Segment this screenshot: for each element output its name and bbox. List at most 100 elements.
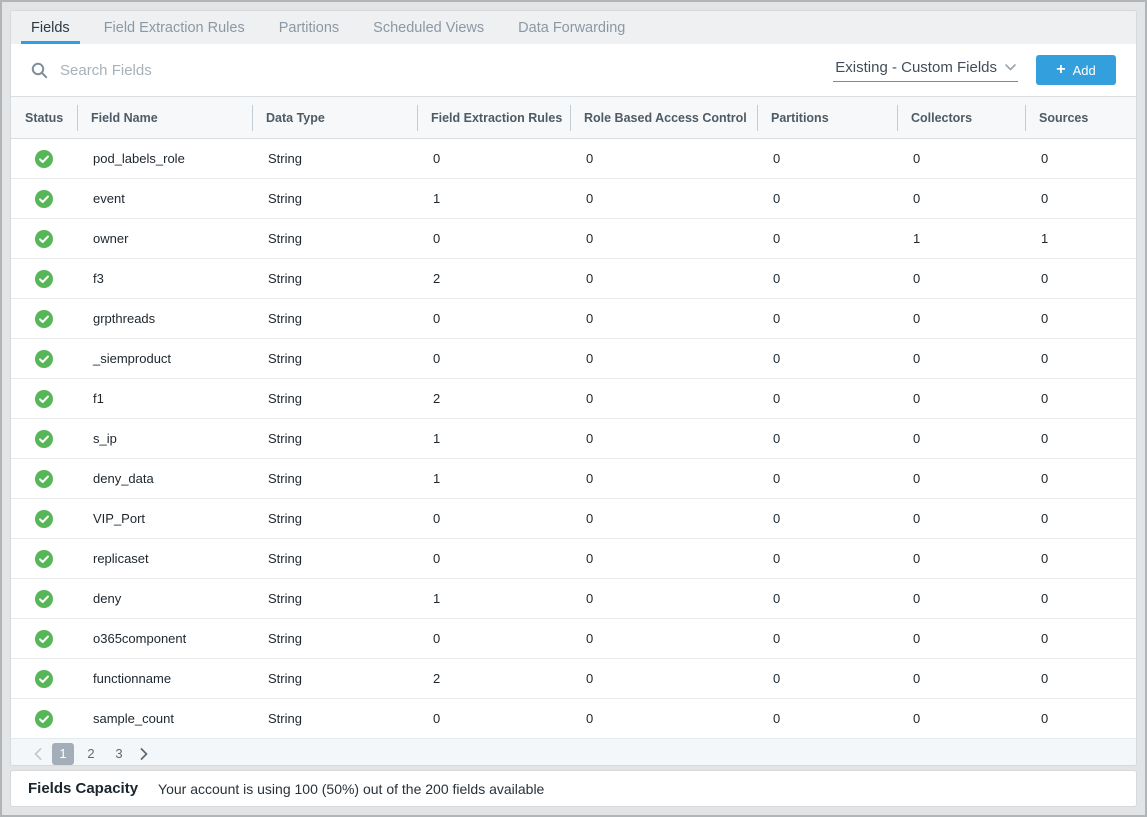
table-row[interactable]: deny_dataString10000 xyxy=(11,459,1136,499)
cell-field-name: replicaset xyxy=(77,551,252,566)
tab-field-extraction-rules[interactable]: Field Extraction Rules xyxy=(94,11,255,44)
status-cell xyxy=(11,550,77,568)
cell-partitions: 0 xyxy=(757,151,897,166)
cell-field-extraction-rules: 0 xyxy=(417,151,570,166)
cell-field-name: functionname xyxy=(77,671,252,686)
cell-sources: 0 xyxy=(1025,271,1136,286)
cell-collectors: 0 xyxy=(897,191,1025,206)
cell-data-type: String xyxy=(252,511,417,526)
cell-partitions: 0 xyxy=(757,431,897,446)
status-enabled-icon xyxy=(35,350,53,368)
cell-role-based-access-control: 0 xyxy=(570,671,757,686)
cell-sources: 0 xyxy=(1025,351,1136,366)
cell-field-extraction-rules: 2 xyxy=(417,391,570,406)
cell-partitions: 0 xyxy=(757,631,897,646)
table-row[interactable]: VIP_PortString00000 xyxy=(11,499,1136,539)
cell-data-type: String xyxy=(252,191,417,206)
cell-sources: 0 xyxy=(1025,151,1136,166)
status-cell xyxy=(11,230,77,248)
plus-icon: + xyxy=(1056,62,1065,78)
cell-field-name: o365component xyxy=(77,631,252,646)
status-enabled-icon xyxy=(35,470,53,488)
cell-field-extraction-rules: 0 xyxy=(417,511,570,526)
cell-field-extraction-rules: 1 xyxy=(417,191,570,206)
cell-data-type: String xyxy=(252,471,417,486)
cell-partitions: 0 xyxy=(757,231,897,246)
cell-collectors: 0 xyxy=(897,311,1025,326)
search-box[interactable] xyxy=(31,62,833,79)
cell-data-type: String xyxy=(252,231,417,246)
table-row[interactable]: sample_countString00000 xyxy=(11,699,1136,739)
cell-collectors: 0 xyxy=(897,711,1025,726)
cell-field-name: s_ip xyxy=(77,431,252,446)
cell-partitions: 0 xyxy=(757,511,897,526)
fields-capacity-title: Fields Capacity xyxy=(28,780,138,797)
toolbar: Existing - Custom Fields + Add xyxy=(11,44,1136,97)
cell-data-type: String xyxy=(252,151,417,166)
cell-partitions: 0 xyxy=(757,271,897,286)
cell-sources: 0 xyxy=(1025,711,1136,726)
status-cell xyxy=(11,510,77,528)
cell-role-based-access-control: 0 xyxy=(570,551,757,566)
cell-role-based-access-control: 0 xyxy=(570,631,757,646)
cell-collectors: 0 xyxy=(897,151,1025,166)
field-type-dropdown[interactable]: Existing - Custom Fields xyxy=(833,59,1018,82)
cell-sources: 0 xyxy=(1025,311,1136,326)
table-row[interactable]: grpthreadsString00000 xyxy=(11,299,1136,339)
pagination-page-2[interactable]: 2 xyxy=(80,743,102,765)
search-input[interactable] xyxy=(60,62,460,79)
table-row[interactable]: replicasetString00000 xyxy=(11,539,1136,579)
table-row[interactable]: ownerString00011 xyxy=(11,219,1136,259)
column-header-role-based-access-control: Role Based Access Control xyxy=(570,97,757,139)
status-enabled-icon xyxy=(35,710,53,728)
tab-fields[interactable]: Fields xyxy=(21,11,80,44)
status-enabled-icon xyxy=(35,390,53,408)
table-row[interactable]: denyString10000 xyxy=(11,579,1136,619)
table-header: StatusField NameData TypeField Extractio… xyxy=(11,97,1136,139)
table-row[interactable]: pod_labels_roleString00000 xyxy=(11,139,1136,179)
cell-field-extraction-rules: 1 xyxy=(417,431,570,446)
cell-data-type: String xyxy=(252,431,417,446)
cell-partitions: 0 xyxy=(757,711,897,726)
table-row[interactable]: o365componentString00000 xyxy=(11,619,1136,659)
column-header-field-extraction-rules: Field Extraction Rules xyxy=(417,97,570,139)
pagination-page-1[interactable]: 1 xyxy=(52,743,74,765)
tab-scheduled-views[interactable]: Scheduled Views xyxy=(363,11,494,44)
table-row[interactable]: _siemproductString00000 xyxy=(11,339,1136,379)
cell-role-based-access-control: 0 xyxy=(570,231,757,246)
tab-partitions[interactable]: Partitions xyxy=(269,11,349,44)
cell-partitions: 0 xyxy=(757,191,897,206)
cell-field-name: pod_labels_role xyxy=(77,151,252,166)
cell-collectors: 0 xyxy=(897,391,1025,406)
pagination-prev-icon[interactable] xyxy=(27,743,49,765)
cell-sources: 0 xyxy=(1025,471,1136,486)
cell-field-name: f1 xyxy=(77,391,252,406)
pagination-page-3[interactable]: 3 xyxy=(108,743,130,765)
cell-field-extraction-rules: 0 xyxy=(417,551,570,566)
status-enabled-icon xyxy=(35,670,53,688)
chevron-down-icon xyxy=(1005,64,1016,71)
cell-collectors: 0 xyxy=(897,471,1025,486)
add-button[interactable]: + Add xyxy=(1036,55,1116,85)
status-cell xyxy=(11,150,77,168)
table-row[interactable]: f3String20000 xyxy=(11,259,1136,299)
pagination-next-icon[interactable] xyxy=(133,743,155,765)
status-cell xyxy=(11,470,77,488)
cell-data-type: String xyxy=(252,271,417,286)
status-enabled-icon xyxy=(35,590,53,608)
status-cell xyxy=(11,710,77,728)
status-enabled-icon xyxy=(35,310,53,328)
status-enabled-icon xyxy=(35,510,53,528)
table-body: pod_labels_roleString00000eventString100… xyxy=(11,139,1136,739)
table-row[interactable]: f1String20000 xyxy=(11,379,1136,419)
table-row[interactable]: functionnameString20000 xyxy=(11,659,1136,699)
status-cell xyxy=(11,390,77,408)
cell-sources: 1 xyxy=(1025,231,1136,246)
table-row[interactable]: s_ipString10000 xyxy=(11,419,1136,459)
tab-data-forwarding[interactable]: Data Forwarding xyxy=(508,11,635,44)
cell-field-name: VIP_Port xyxy=(77,511,252,526)
cell-field-name: event xyxy=(77,191,252,206)
cell-data-type: String xyxy=(252,711,417,726)
table-row[interactable]: eventString10000 xyxy=(11,179,1136,219)
cell-sources: 0 xyxy=(1025,511,1136,526)
